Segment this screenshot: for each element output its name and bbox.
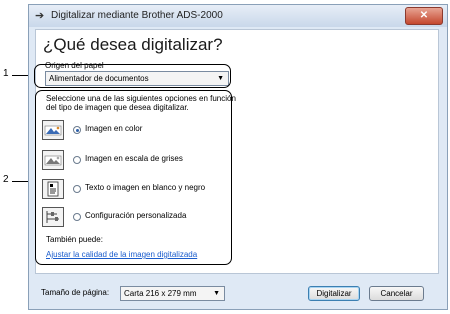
callout-frame-2 <box>35 90 232 265</box>
page-title: ¿Qué desea digitalizar? <box>43 35 223 54</box>
title-bar: ➔ Digitalizar mediante Brother ADS-2000 … <box>29 5 447 27</box>
back-arrow-icon: ➔ <box>35 10 45 22</box>
page-size-value: Carta 216 x 279 mm <box>124 289 197 298</box>
window-title: Digitalizar mediante Brother ADS-2000 <box>51 10 223 21</box>
callout-number-1: 1 <box>3 68 9 79</box>
chevron-down-icon: ▼ <box>213 290 220 297</box>
page-size-select[interactable]: Carta 216 x 279 mm ▼ <box>120 286 225 301</box>
close-button[interactable]: ✕ <box>405 7 443 25</box>
cancel-button[interactable]: Cancelar <box>369 286 424 301</box>
scan-button[interactable]: Digitalizar <box>308 286 360 301</box>
callout-number-2: 2 <box>3 174 9 185</box>
callout-frame-1 <box>34 64 231 88</box>
page-size-label: Tamaño de página: <box>41 288 110 297</box>
